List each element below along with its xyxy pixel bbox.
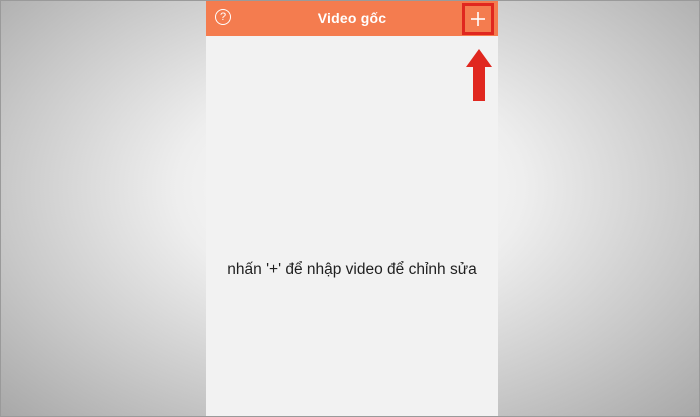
page-title: Video gốc — [317, 10, 387, 26]
plus-icon — [471, 12, 485, 26]
help-icon[interactable]: ? — [215, 9, 231, 25]
app-header: ? Video gốc — [206, 1, 498, 36]
help-icon-glyph: ? — [219, 10, 227, 23]
screenshot-canvas: ? Video gốc nhấn '+' để nhập video để ch… — [0, 0, 700, 417]
app-screen: ? Video gốc nhấn '+' để nhập video để ch… — [206, 1, 498, 416]
empty-state-hint: nhấn '+' để nhập video để chỉnh sửa — [227, 261, 477, 278]
red-arrow-annotation-icon — [466, 49, 492, 101]
add-video-button[interactable] — [462, 3, 494, 35]
